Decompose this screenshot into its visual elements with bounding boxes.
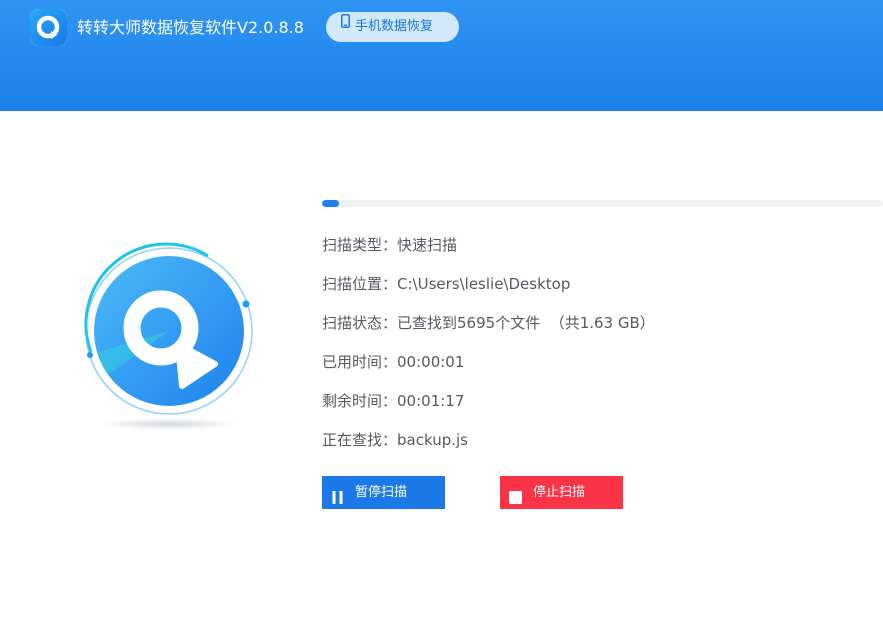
header-bar: 转转大师数据恢复软件V2.0.8.8 手机数据恢复 — [0, 0, 883, 111]
stop-icon — [508, 485, 523, 504]
scan-type-value: 快速扫描 — [397, 236, 458, 254]
stop-scan-label: 停止扫描 — [533, 485, 586, 500]
elapsed-time-label: 已用时间： — [322, 353, 398, 371]
elapsed-time-row: 已用时间：00:00:01 — [322, 351, 464, 373]
scan-status-value: 已查找到5695个文件 （共1.63 GB） — [397, 314, 655, 332]
scan-progress-bar — [322, 200, 883, 207]
app-title: 转转大师数据恢复软件V2.0.8.8 — [77, 18, 304, 37]
scan-type-row: 扫描类型：快速扫描 — [322, 234, 457, 256]
scan-location-label: 扫描位置： — [322, 275, 398, 293]
scan-progress-fill — [322, 200, 339, 207]
remaining-time-label: 剩余时间： — [322, 392, 398, 410]
phone-data-recovery-label: 手机数据恢复 — [355, 19, 434, 34]
app-logo-icon — [30, 9, 67, 46]
stop-scan-button[interactable]: 停止扫描 — [500, 476, 623, 509]
current-file-label: 正在查找： — [322, 431, 398, 449]
remaining-time-value: 00:01:17 — [397, 392, 465, 410]
scan-status-row: 扫描状态：已查找到5695个文件 （共1.63 GB） — [322, 312, 655, 334]
elapsed-time-value: 00:00:01 — [397, 353, 465, 371]
phone-data-recovery-button[interactable]: 手机数据恢复 — [326, 12, 459, 42]
current-file-value: backup.js — [397, 431, 468, 449]
scan-illustration — [78, 240, 260, 435]
remaining-time-row: 剩余时间：00:01:17 — [322, 390, 464, 412]
scan-status-label: 扫描状态： — [322, 314, 398, 332]
phone-icon — [341, 10, 350, 40]
pause-scan-label: 暂停扫描 — [355, 485, 408, 500]
pause-icon — [330, 485, 345, 504]
scan-type-label: 扫描类型： — [322, 236, 398, 254]
scan-location-row: 扫描位置：C:\Users\leslie\Desktop — [322, 273, 570, 295]
current-file-row: 正在查找：backup.js — [322, 429, 468, 451]
pause-scan-button[interactable]: 暂停扫描 — [322, 476, 445, 509]
scan-location-value: C:\Users\leslie\Desktop — [397, 275, 571, 293]
